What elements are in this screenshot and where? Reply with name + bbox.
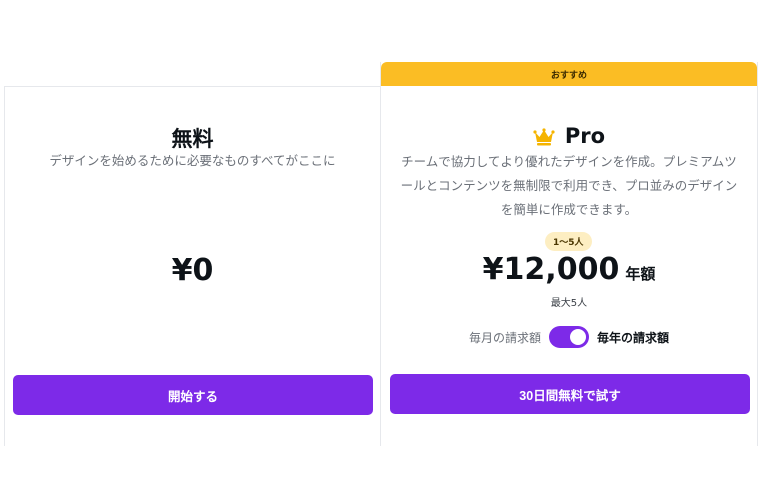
free-plan-card: 無料 デザインを始めるために必要なものすべてがここに ¥0 開始する <box>4 86 380 446</box>
pro-plan-price: ¥12,000 <box>482 252 620 287</box>
billing-monthly-label[interactable]: 毎月の請求額 <box>469 329 541 346</box>
billing-toggle-knob <box>570 329 586 345</box>
pro-plan-card: おすすめ Pro チームで協力してより優れたデザインを作成。プレミアムツ ールと… <box>380 62 758 446</box>
pro-plan-title: Pro <box>564 124 606 148</box>
pro-plan-price-row: ¥12,000 年額 <box>381 252 757 287</box>
billing-yearly-label[interactable]: 毎年の請求額 <box>597 329 669 346</box>
crown-icon <box>533 127 555 146</box>
start-free-button[interactable]: 開始する <box>13 375 373 415</box>
pro-plan-description-line: ールとコンテンツを無制限で利用でき、プロ並みのデザイン <box>400 178 738 193</box>
pro-plan-title-row: Pro <box>381 124 757 148</box>
pro-plan-description-line: を簡単に作成できます。 <box>500 202 638 217</box>
pro-plan-description: チームで協力してより優れたデザインを作成。プレミアムツ ールとコンテンツを無制限… <box>393 150 745 222</box>
recommended-ribbon: おすすめ <box>381 62 757 86</box>
pro-plan-description-line: チームで協力してより優れたデザインを作成。プレミアムツ <box>401 154 737 169</box>
try-free-30-days-button[interactable]: 30日間無料で試す <box>390 374 750 414</box>
billing-toggle[interactable] <box>549 326 589 348</box>
free-plan-price: ¥0 <box>171 253 214 288</box>
free-plan-description: デザインを始めるために必要なものすべてがここに <box>49 153 336 168</box>
pro-plan-period: 年額 <box>625 265 656 283</box>
max-users-label: 最大5人 <box>550 298 588 309</box>
seats-badge: 1〜5人 <box>545 232 592 251</box>
billing-period-switch: 毎月の請求額 毎年の請求額 <box>381 326 757 348</box>
